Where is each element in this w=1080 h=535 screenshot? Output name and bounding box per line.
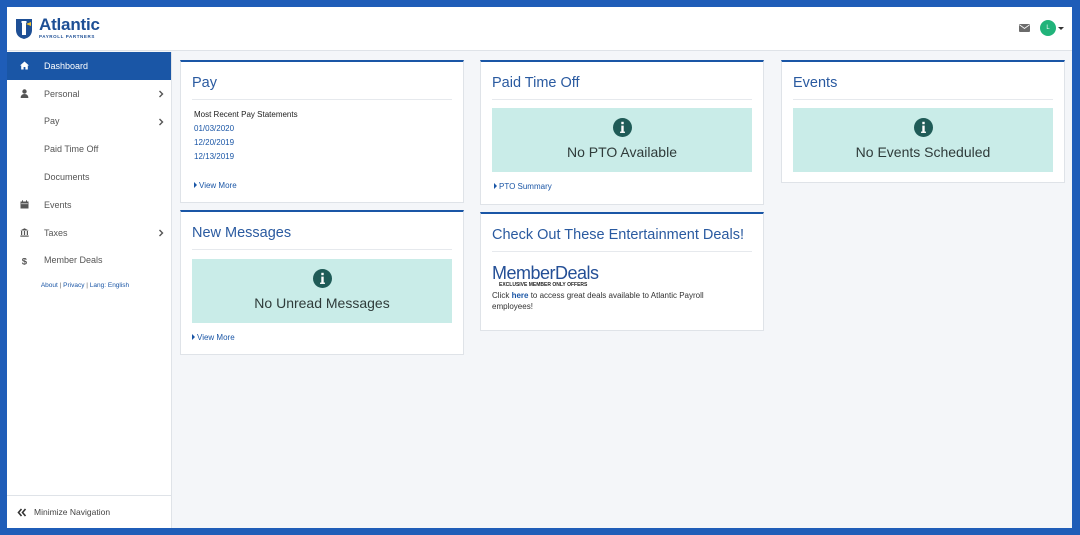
sidebar-item-documents[interactable]: Documents	[7, 163, 171, 191]
deals-description: Click here to access great deals availab…	[492, 290, 742, 312]
pay-statement-link[interactable]: 12/13/2019	[194, 152, 234, 161]
sidebar-item-personal[interactable]: Personal	[7, 80, 171, 108]
divider	[192, 99, 452, 100]
divider	[192, 249, 452, 250]
app-window: Atlantic PAYROLL PARTNERS L Dashboard Pe…	[7, 7, 1072, 528]
card-title: Events	[793, 75, 838, 91]
divider	[492, 99, 752, 100]
mail-icon[interactable]	[1019, 24, 1030, 32]
sidebar-item-paid-time-off[interactable]: Paid Time Off	[7, 135, 171, 163]
link-label: View More	[199, 181, 237, 190]
chevron-right-icon	[159, 90, 164, 98]
link-separator: |	[86, 282, 88, 290]
card-title: Paid Time Off	[492, 75, 580, 91]
company-logo[interactable]: Atlantic PAYROLL PARTNERS	[14, 16, 100, 40]
sidebar-item-pay[interactable]: Pay	[7, 108, 171, 136]
chevron-right-icon	[159, 229, 164, 237]
info-icon	[913, 118, 933, 137]
sidebar-item-events[interactable]: Events	[7, 191, 171, 219]
pto-summary-link[interactable]: PTO Summary	[494, 182, 552, 191]
sidebar-item-label: Taxes	[44, 227, 68, 238]
top-bar: Atlantic PAYROLL PARTNERS L	[7, 7, 1072, 51]
lighthouse-logo-icon	[16, 19, 32, 39]
sidebar-item-label: Member Deals	[44, 255, 103, 266]
events-message: No Events Scheduled	[855, 144, 991, 160]
logo-name: Atlantic	[39, 15, 100, 35]
privacy-link[interactable]: Privacy	[63, 282, 84, 289]
bank-icon	[20, 228, 29, 237]
sidebar-item-label: Paid Time Off	[44, 144, 99, 155]
memberdeals-logo-tagline: EXCLUSIVE MEMBER ONLY OFFERS	[499, 282, 588, 288]
pay-statements-heading: Most Recent Pay Statements	[194, 110, 298, 119]
chevron-right-icon	[159, 118, 164, 126]
sidebar-item-label: Events	[44, 199, 72, 210]
pay-statement-link[interactable]: 01/03/2020	[194, 124, 234, 133]
sidebar-item-label: Dashboard	[44, 60, 89, 71]
caret-right-icon	[194, 182, 197, 188]
svg-text:$: $	[22, 256, 28, 265]
divider	[492, 251, 752, 252]
about-link[interactable]: About	[41, 282, 58, 289]
link-separator: |	[59, 282, 62, 290]
minimize-navigation-label: Minimize Navigation	[34, 507, 111, 517]
logo-tagline: PAYROLL PARTNERS	[39, 34, 95, 40]
home-icon	[20, 61, 29, 70]
pto-info-box: No PTO Available	[492, 108, 752, 172]
caret-right-icon	[192, 334, 195, 340]
card-title: Check Out These Entertainment Deals!	[492, 227, 744, 243]
sidebar-footer-links: About | Privacy | Lang: English	[7, 282, 171, 289]
minimize-navigation-button[interactable]: Minimize Navigation	[7, 495, 172, 528]
sidebar-item-label: Personal	[44, 88, 80, 99]
info-icon	[312, 269, 332, 288]
calendar-icon	[20, 200, 29, 209]
chevron-down-icon[interactable]	[1058, 27, 1064, 30]
memberdeals-logo-name: MemberDeals	[492, 263, 599, 283]
pay-statement-link[interactable]: 12/20/2019	[194, 138, 234, 147]
messages-info-box: No Unread Messages	[192, 259, 452, 323]
link-label: View More	[197, 333, 235, 342]
card-title: New Messages	[192, 225, 292, 241]
avatar[interactable]: L	[1040, 20, 1056, 36]
card-title: Pay	[192, 75, 217, 91]
events-info-box: No Events Scheduled	[793, 108, 1053, 172]
info-icon	[612, 118, 632, 137]
link-label: PTO Summary	[499, 182, 552, 191]
pay-card: Pay Most Recent Pay Statements 01/03/202…	[180, 60, 464, 203]
messages-message: No Unread Messages	[254, 295, 390, 311]
deals-card: Check Out These Entertainment Deals! Mem…	[480, 212, 764, 331]
user-icon	[20, 89, 29, 98]
pto-message: No PTO Available	[567, 144, 677, 160]
double-chevron-left-icon	[17, 508, 27, 517]
deals-text-before: Click	[492, 291, 512, 300]
memberdeals-logo[interactable]: MemberDeals EXCLUSIVE MEMBER ONLY OFFERS	[492, 263, 599, 288]
sidebar: Dashboard Personal Pay Paid Time Off Doc…	[7, 52, 172, 528]
sidebar-item-member-deals[interactable]: $ Member Deals	[7, 247, 171, 275]
pto-card: Paid Time Off No PTO Available PTO Summa…	[480, 60, 764, 205]
deals-here-link[interactable]: here	[512, 291, 529, 300]
events-card: Events No Events Scheduled	[781, 60, 1065, 183]
messages-card: New Messages No Unread Messages View Mor…	[180, 210, 464, 355]
caret-right-icon	[494, 183, 497, 189]
messages-view-more-link[interactable]: View More	[192, 333, 235, 342]
divider	[793, 99, 1053, 100]
dollar-icon: $	[22, 256, 28, 265]
language-link[interactable]: Lang: English	[90, 282, 129, 289]
sidebar-item-label: Pay	[44, 116, 60, 127]
sidebar-item-dashboard[interactable]: Dashboard	[7, 52, 171, 80]
sidebar-item-taxes[interactable]: Taxes	[7, 219, 171, 247]
sidebar-item-label: Documents	[44, 172, 90, 183]
pay-view-more-link[interactable]: View More	[194, 181, 237, 190]
